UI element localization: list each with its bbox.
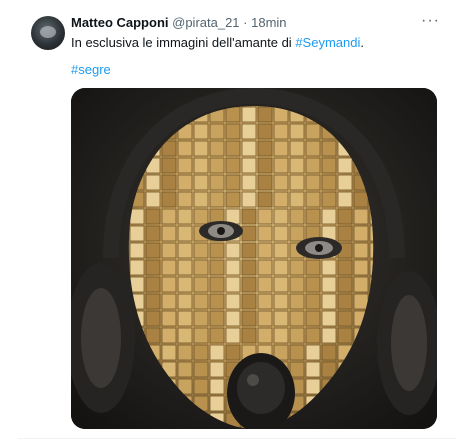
tweet-timestamp[interactable]: 18min <box>251 15 286 30</box>
avatar[interactable] <box>31 16 65 50</box>
bottom-divider <box>18 438 456 439</box>
tweet-media-image[interactable] <box>71 88 437 429</box>
hashtag-segre-link[interactable]: #segre <box>71 62 111 77</box>
hashtag-seymandi-link[interactable]: #Seymandi <box>295 35 360 50</box>
tweet-header: Matteo Capponi @pirata_21 · 18min <box>71 15 287 30</box>
tweet-text-suffix: . <box>360 35 364 50</box>
author-handle[interactable]: @pirata_21 <box>172 15 239 30</box>
mirror-head-image <box>71 88 437 429</box>
tweet-text: In esclusiva le immagini dell'amante di … <box>71 35 364 50</box>
tweet-card[interactable]: Matteo Capponi @pirata_21 · 18min ··· In… <box>0 0 474 443</box>
header-separator: · <box>243 15 248 30</box>
tweet-text-prefix: In esclusiva le immagini dell'amante di <box>71 35 296 50</box>
author-name[interactable]: Matteo Capponi <box>71 15 169 30</box>
more-options-icon[interactable]: ··· <box>421 13 440 29</box>
